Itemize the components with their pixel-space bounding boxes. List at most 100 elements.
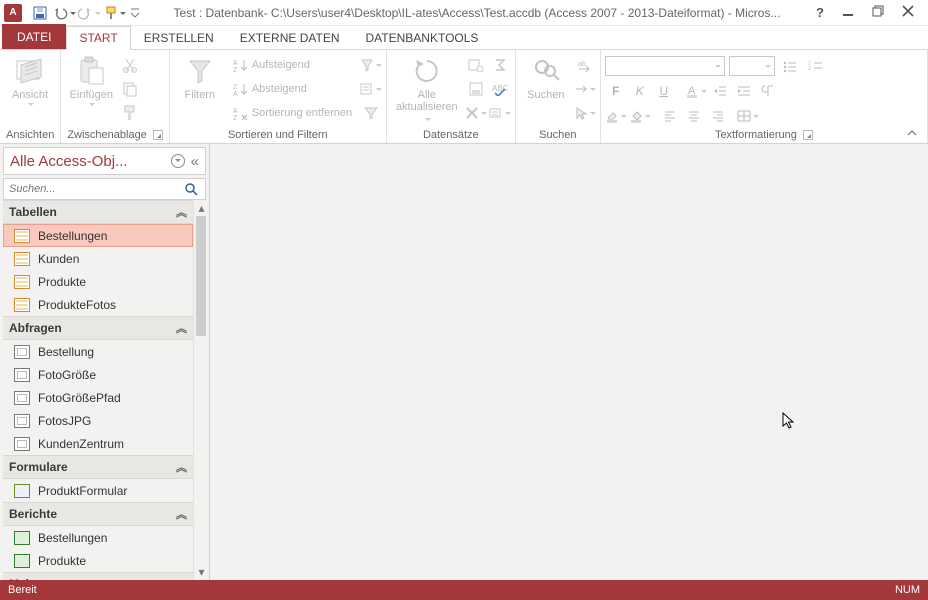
- scroll-thumb[interactable]: [196, 216, 206, 336]
- group-label-ansichten: Ansichten: [4, 128, 56, 143]
- spelling-button[interactable]: ABC: [489, 78, 511, 100]
- svg-text:Z: Z: [233, 115, 238, 120]
- sort-clear-icon: AZ: [232, 105, 248, 121]
- navigation-pane: Alle Access-Obj... « ▴ ▾ Tabellen︽ Beste…: [0, 144, 210, 580]
- nav-item-produktefotos[interactable]: ProdukteFotos: [3, 293, 193, 316]
- advanced-filter-button[interactable]: [360, 78, 382, 100]
- nav-pane-header[interactable]: Alle Access-Obj... «: [3, 147, 206, 175]
- format-painter-icon[interactable]: [103, 2, 126, 24]
- alle-aktualisieren-button[interactable]: Alle aktualisieren: [391, 52, 463, 125]
- delete-record-button[interactable]: [465, 102, 487, 124]
- access-app-icon: A: [4, 4, 22, 22]
- form-icon: [14, 484, 30, 498]
- nav-item-produkte[interactable]: Produkte: [3, 270, 193, 293]
- nav-item-fotogroessepfad[interactable]: FotoGrößePfad: [3, 386, 193, 409]
- underline-button[interactable]: U: [653, 80, 675, 102]
- svg-text:A: A: [233, 108, 238, 115]
- save-icon[interactable]: [28, 2, 51, 24]
- save-record-button[interactable]: [465, 78, 487, 100]
- numbering-button[interactable]: 12: [805, 55, 827, 77]
- einfuegen-button[interactable]: Einfügen: [65, 52, 117, 107]
- nav-search: [3, 178, 206, 200]
- collapse-ribbon-icon[interactable]: [906, 127, 918, 139]
- absteigend-button[interactable]: ZAAbsteigend: [228, 78, 358, 100]
- align-left-button[interactable]: [659, 105, 681, 127]
- nav-section-tabellen[interactable]: Tabellen︽: [3, 200, 193, 224]
- nav-item-fotosjpg[interactable]: FotosJPG: [3, 409, 193, 432]
- font-name-combo[interactable]: [605, 56, 725, 76]
- cut-button[interactable]: [119, 54, 141, 76]
- nav-item-bestellungen[interactable]: Bestellungen: [3, 224, 193, 247]
- refresh-icon: [411, 55, 443, 87]
- nav-scrollbar[interactable]: ▴ ▾: [193, 200, 206, 580]
- nav-collapse-icon[interactable]: «: [191, 153, 199, 170]
- text-direction-button[interactable]: [757, 80, 779, 102]
- select-button[interactable]: [574, 102, 596, 124]
- tab-erstellen[interactable]: ERSTELLEN: [131, 26, 227, 49]
- nav-item-kunden[interactable]: Kunden: [3, 247, 193, 270]
- gridlines-button[interactable]: [737, 105, 759, 127]
- totals-button[interactable]: [489, 54, 511, 76]
- scroll-up-icon[interactable]: ▴: [194, 200, 206, 216]
- nav-filter-dropdown-icon[interactable]: [171, 154, 185, 168]
- suchen-button[interactable]: Suchen: [520, 52, 572, 101]
- tab-externe-daten[interactable]: EXTERNE DATEN: [227, 26, 353, 49]
- copy-button[interactable]: [119, 78, 141, 100]
- format-painter-button[interactable]: [119, 102, 141, 124]
- chevron-up-icon: ︽: [176, 320, 187, 336]
- nav-item-kundenzentrum[interactable]: KundenZentrum: [3, 432, 193, 455]
- ribbon-tabs: DATEI START ERSTELLEN EXTERNE DATEN DATE…: [0, 26, 928, 50]
- tab-datenbanktools[interactable]: DATENBANKTOOLS: [353, 26, 492, 49]
- redo-icon[interactable]: [78, 2, 101, 24]
- font-size-combo[interactable]: [729, 56, 775, 76]
- mouse-cursor-icon: [782, 412, 796, 430]
- dialog-launcher-icon[interactable]: [153, 130, 163, 140]
- nav-section-formulare[interactable]: Formulare︽: [3, 455, 193, 479]
- query-icon: [14, 437, 30, 451]
- close-icon[interactable]: [902, 5, 918, 20]
- replace-button[interactable]: ab: [574, 54, 596, 76]
- minimize-icon[interactable]: [842, 5, 858, 20]
- report-icon: [14, 554, 30, 568]
- quick-access-toolbar: A: [4, 2, 142, 24]
- align-right-button[interactable]: [707, 105, 729, 127]
- highlight-button[interactable]: [605, 105, 627, 127]
- outdent-button[interactable]: [709, 80, 731, 102]
- bullets-button[interactable]: [779, 55, 801, 77]
- filtern-button[interactable]: Filtern: [174, 52, 226, 101]
- tab-datei[interactable]: DATEI: [2, 24, 66, 49]
- more-records-button[interactable]: [489, 102, 511, 124]
- restore-icon[interactable]: [872, 5, 888, 20]
- new-record-button[interactable]: [465, 54, 487, 76]
- toggle-filter-button[interactable]: [360, 102, 382, 124]
- indent-button[interactable]: [733, 80, 755, 102]
- goto-button[interactable]: [574, 78, 596, 100]
- fill-color-button[interactable]: [629, 105, 651, 127]
- ansicht-button[interactable]: Ansicht: [4, 52, 56, 107]
- dialog-launcher-icon[interactable]: [803, 130, 813, 140]
- selection-filter-button[interactable]: [360, 54, 382, 76]
- aufsteigend-button[interactable]: AZAufsteigend: [228, 54, 358, 76]
- scroll-down-icon[interactable]: ▾: [194, 564, 206, 580]
- qat-customize-icon[interactable]: [128, 2, 142, 24]
- bold-button[interactable]: F: [605, 80, 627, 102]
- status-bar: Bereit NUM: [0, 580, 928, 600]
- search-icon[interactable]: [185, 183, 205, 196]
- help-icon[interactable]: ?: [812, 5, 828, 20]
- sortierung-entfernen-button[interactable]: AZSortierung entfernen: [228, 102, 358, 124]
- undo-icon[interactable]: [53, 2, 76, 24]
- nav-search-input[interactable]: [4, 183, 185, 195]
- nav-item-fotogroesse[interactable]: FotoGröße: [3, 363, 193, 386]
- font-color-button[interactable]: A: [685, 80, 707, 102]
- nav-section-makros[interactable]: Makros︽: [3, 572, 193, 580]
- sort-desc-icon: ZA: [232, 81, 248, 97]
- nav-item-bericht-bestellungen[interactable]: Bestellungen: [3, 526, 193, 549]
- nav-item-bestellung-q[interactable]: Bestellung: [3, 340, 193, 363]
- nav-item-bericht-produkte[interactable]: Produkte: [3, 549, 193, 572]
- nav-section-abfragen[interactable]: Abfragen︽: [3, 316, 193, 340]
- align-center-button[interactable]: [683, 105, 705, 127]
- tab-start[interactable]: START: [66, 26, 130, 50]
- italic-button[interactable]: K: [629, 80, 651, 102]
- nav-section-berichte[interactable]: Berichte︽: [3, 502, 193, 526]
- nav-item-produktformular[interactable]: ProduktFormular: [3, 479, 193, 502]
